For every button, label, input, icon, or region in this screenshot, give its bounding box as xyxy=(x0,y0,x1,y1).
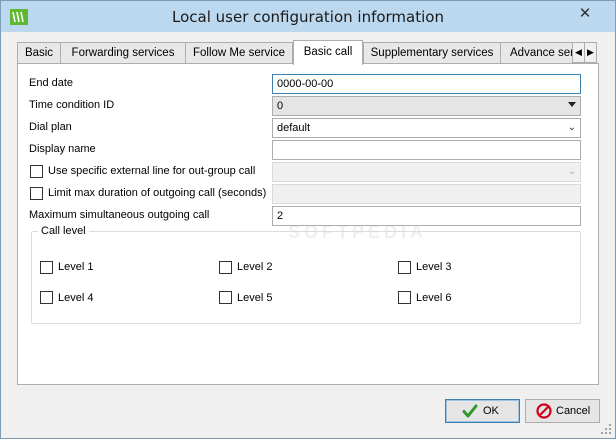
level-2-checkbox[interactable] xyxy=(219,261,232,274)
checkmark-icon xyxy=(462,404,478,418)
ok-label: OK xyxy=(483,405,499,417)
tab-advance-services[interactable]: Advance ser xyxy=(500,42,574,64)
chevron-down-icon xyxy=(568,102,576,107)
time-condition-label: Time condition ID xyxy=(29,99,115,111)
resize-grip-icon[interactable] xyxy=(600,423,612,435)
tab-follow-me-service[interactable]: Follow Me service xyxy=(185,42,293,64)
external-line-label: Use specific external line for out-group… xyxy=(48,165,256,177)
call-level-title: Call level xyxy=(38,225,89,237)
max-simultaneous-input[interactable]: 2 xyxy=(272,206,581,226)
dialog-window: Local user configuration information ✕ B… xyxy=(0,0,616,439)
level-6-checkbox[interactable] xyxy=(398,291,411,304)
title-bar[interactable]: Local user configuration information ✕ xyxy=(1,1,615,32)
level-6-label: Level 6 xyxy=(416,292,452,304)
display-name-input[interactable] xyxy=(272,140,581,160)
cancel-icon xyxy=(536,403,552,419)
level-1-label: Level 1 xyxy=(58,261,94,273)
level-2-label: Level 2 xyxy=(237,261,273,273)
tab-supplementary-services[interactable]: Supplementary services xyxy=(363,42,501,64)
tab-basic[interactable]: Basic xyxy=(17,42,61,64)
level-4-label: Level 4 xyxy=(58,292,94,304)
level-5-checkbox[interactable] xyxy=(219,291,232,304)
window-title: Local user configuration information xyxy=(172,8,444,26)
limit-duration-label: Limit max duration of outgoing call (sec… xyxy=(48,187,267,199)
tab-scroll-right-icon[interactable]: ▶ xyxy=(584,42,597,63)
limit-duration-checkbox[interactable] xyxy=(30,187,43,200)
max-simultaneous-label: Maximum simultaneous outgoing call xyxy=(29,209,210,221)
dial-plan-label: Dial plan xyxy=(29,121,72,133)
dial-plan-value: default xyxy=(277,122,311,134)
level-1-checkbox[interactable] xyxy=(40,261,53,274)
external-line-checkbox[interactable] xyxy=(30,165,43,178)
chevron-down-icon: ⌄ xyxy=(567,166,576,177)
end-date-label: End date xyxy=(29,77,74,89)
display-name-label: Display name xyxy=(29,143,96,155)
cancel-label: Cancel xyxy=(556,405,591,417)
close-icon[interactable]: ✕ xyxy=(575,4,595,24)
time-condition-select[interactable]: 0 xyxy=(272,96,581,116)
basic-call-panel: SOFTPEDIA End date 0000-00-00 Time condi… xyxy=(17,63,599,385)
tab-forwarding-services[interactable]: Forwarding services xyxy=(60,42,186,64)
tab-strip: Basic Forwarding services Follow Me serv… xyxy=(17,40,599,65)
call-level-group xyxy=(31,231,581,324)
limit-duration-input[interactable] xyxy=(272,184,581,204)
level-3-label: Level 3 xyxy=(416,261,452,273)
dial-plan-select[interactable]: default ⌄ xyxy=(272,118,581,138)
ok-button[interactable]: OK xyxy=(445,399,520,423)
external-line-select[interactable]: ⌄ xyxy=(272,162,581,182)
level-3-checkbox[interactable] xyxy=(398,261,411,274)
cancel-button[interactable]: Cancel xyxy=(525,399,600,423)
time-condition-value: 0 xyxy=(277,100,284,112)
end-date-input[interactable]: 0000-00-00 xyxy=(272,74,581,94)
level-4-checkbox[interactable] xyxy=(40,291,53,304)
chevron-down-icon: ⌄ xyxy=(567,122,576,133)
tab-basic-call[interactable]: Basic call xyxy=(293,40,363,65)
level-5-label: Level 5 xyxy=(237,292,273,304)
